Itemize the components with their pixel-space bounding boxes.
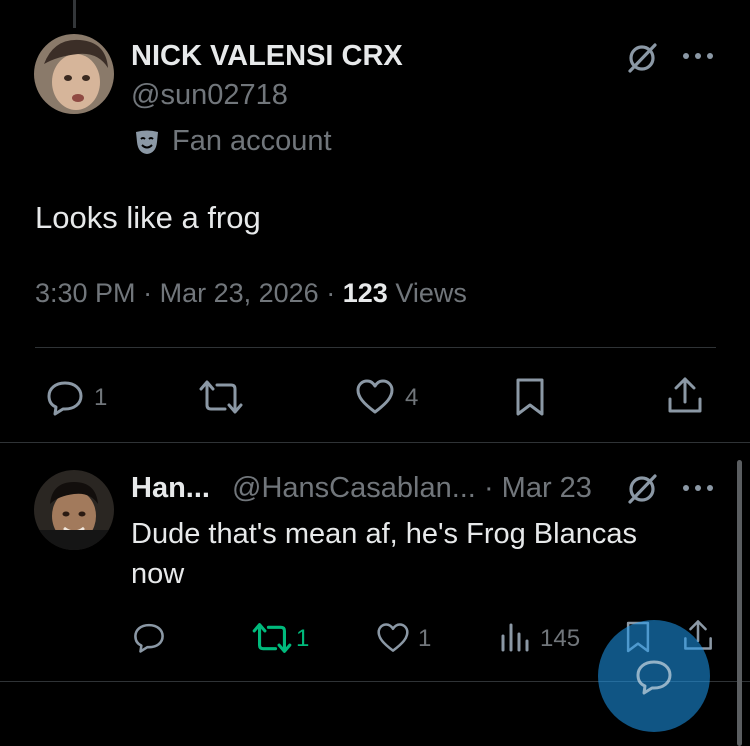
- divider: [0, 442, 750, 443]
- author-name[interactable]: NICK VALENSI CRX: [131, 40, 403, 73]
- avatar[interactable]: [34, 34, 114, 114]
- tweet-meta: 3:30 PM · Mar 23, 2026 · 123 Views: [35, 278, 467, 309]
- retweet-count: 1: [296, 625, 310, 652]
- compose-reply-button[interactable]: [598, 620, 710, 732]
- grok-slash-icon[interactable]: [624, 40, 660, 76]
- bookmark-icon[interactable]: [513, 377, 547, 417]
- views-label: Views: [395, 278, 467, 308]
- reply-count: 1: [94, 384, 108, 411]
- thread-connector: [73, 0, 76, 28]
- retweet-icon[interactable]: [252, 622, 292, 654]
- views-count: 123: [342, 278, 388, 308]
- divider: [35, 347, 716, 348]
- fan-mask-icon: [136, 130, 158, 154]
- more-icon[interactable]: [681, 482, 715, 494]
- meta-separator: ·: [483, 472, 494, 504]
- like-icon[interactable]: [376, 622, 410, 654]
- reply-icon[interactable]: [45, 377, 85, 417]
- scrollbar[interactable]: [737, 460, 742, 746]
- reply-date[interactable]: Mar 23: [502, 472, 592, 504]
- reply-author-name[interactable]: Han...: [131, 472, 210, 504]
- like-count: 1: [418, 625, 432, 652]
- share-icon[interactable]: [666, 375, 704, 415]
- account-label: Fan account: [172, 125, 332, 157]
- meta-separator: ·: [143, 278, 153, 308]
- grok-slash-icon[interactable]: [624, 471, 660, 507]
- tweet-text: Looks like a frog: [35, 200, 261, 235]
- views-count: 145: [540, 625, 581, 652]
- more-icon[interactable]: [681, 50, 715, 62]
- tweet-date[interactable]: Mar 23, 2026: [160, 278, 319, 308]
- like-icon[interactable]: [355, 378, 395, 416]
- reply-avatar[interactable]: [34, 470, 114, 550]
- meta-separator: ·: [326, 278, 336, 308]
- compose-reply-icon: [636, 660, 672, 695]
- retweet-icon[interactable]: [199, 379, 243, 415]
- tweet-time[interactable]: 3:30 PM: [35, 278, 136, 308]
- reply-icon[interactable]: [132, 620, 166, 654]
- reply-author-handle[interactable]: @HansCasablan...: [232, 472, 476, 504]
- analytics-icon[interactable]: [500, 622, 530, 652]
- author-handle[interactable]: @sun02718: [131, 79, 288, 112]
- reply-text: Dude that's mean af, he's Frog Blancas n…: [131, 518, 637, 590]
- reply-header: Han... @HansCasablan... · Mar 23: [131, 472, 592, 505]
- like-count: 4: [405, 384, 419, 411]
